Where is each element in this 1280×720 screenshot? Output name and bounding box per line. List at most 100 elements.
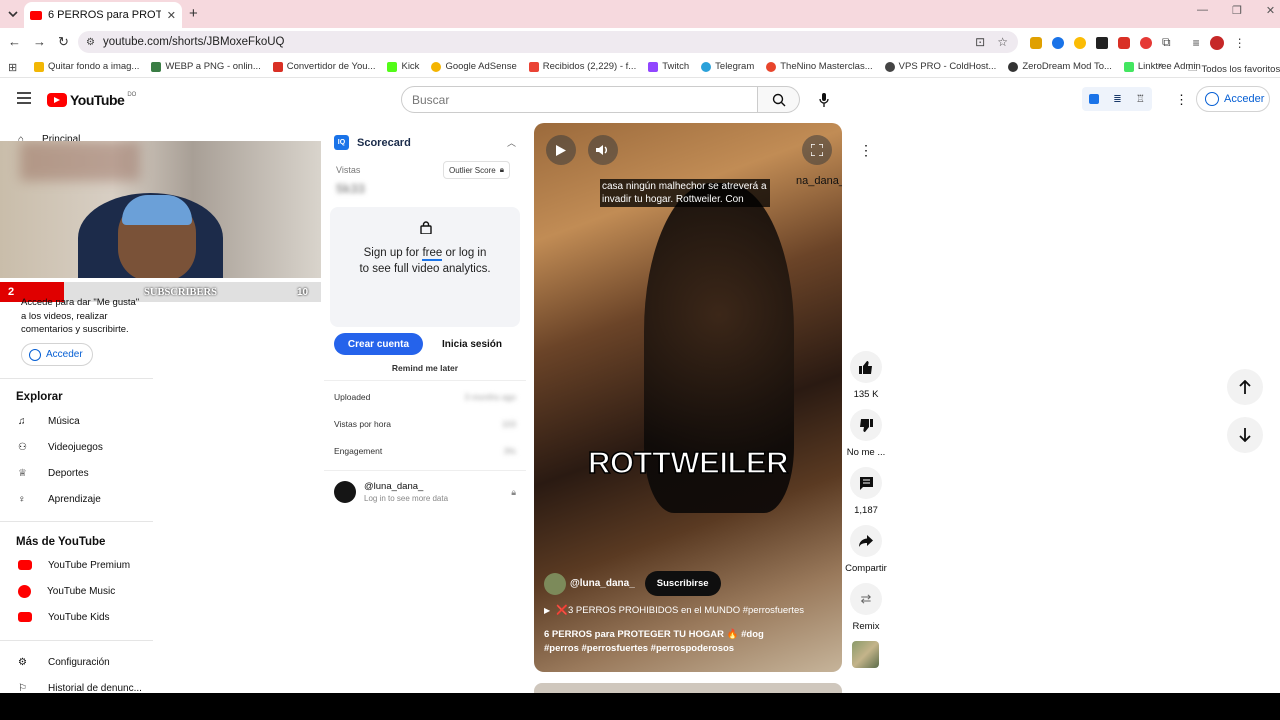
extension-icon[interactable] [1118,36,1130,49]
remix-icon: ⇄ [850,583,882,615]
shorts-video-player[interactable]: na_dana_ casa ningún malhechor se atreve… [534,123,842,672]
sound-thumbnail[interactable] [852,641,879,668]
bookmark-item[interactable]: Twitch [648,61,689,72]
extension-icon[interactable] [1030,36,1042,49]
gamepad-icon: ⚇ [18,441,27,453]
sidebar-item-learning[interactable]: ♀ Aprendizaje [0,486,153,512]
search-button[interactable] [758,86,800,113]
dislike-action[interactable]: No me ... [841,409,891,458]
vidiq-icon[interactable] [1089,94,1100,104]
scorecard-header[interactable]: IQ Scorecard ︿ [324,124,526,161]
sign-in-button[interactable]: Acceder [1196,86,1270,112]
channel-row[interactable]: @luna_dana_ Log in to see more data 🔒︎ [324,470,526,513]
browser-menu-icon[interactable]: ⋮ [1234,36,1246,50]
previous-short-button[interactable] [1227,369,1263,405]
scorecard-title: Scorecard [357,136,411,149]
close-window-icon[interactable]: ✕ [1266,4,1275,17]
video-channel-name[interactable]: @luna_dana_ [570,578,635,589]
shorts-actions: 135 K No me ... 1,187 Compartir ⇄ Remix [841,351,891,668]
restore-icon[interactable]: ❐ [1232,4,1242,17]
bookmark-item[interactable]: Recibidos (2,229) - f... [528,61,636,72]
reading-list-icon[interactable]: ≡ [1193,36,1200,50]
back-icon[interactable]: ← [8,34,21,50]
play-button[interactable] [546,135,576,165]
bookmark-item[interactable]: Google AdSense [431,61,517,72]
extension-icon[interactable] [1052,36,1064,49]
active-tab[interactable]: 6 PERROS para PROTEGER TU H ✕ [24,2,182,28]
minimize-icon[interactable]: — [1197,4,1208,17]
bookmark-item[interactable]: ZeroDream Mod To... [1008,61,1112,72]
bookmark-item[interactable]: TheNino Masterclas... [766,61,873,72]
sidebar-item-music-app[interactable]: YouTube Music [0,578,153,604]
remix-action[interactable]: ⇄ Remix [841,583,891,632]
tab-search-icon[interactable] [6,7,20,21]
bookmark-item[interactable]: Kick [387,61,419,72]
share-action[interactable]: Compartir [841,525,891,574]
like-action[interactable]: 135 K [841,351,891,400]
remind-later-link[interactable]: Remind me later [324,363,526,373]
video-title: 6 PERROS para PROTEGER TU HOGAR 🔥 #dog #… [544,629,764,654]
comments-action[interactable]: 1,187 [841,467,891,516]
bookmark-item[interactable]: Telegram [701,61,754,72]
volume-button[interactable] [588,135,618,165]
signup-message: Sign up for free or log in to see full vi… [359,247,491,275]
trophy-icon[interactable]: ♖ [1136,94,1145,105]
next-video-preview[interactable] [534,683,842,693]
related-playlist-link[interactable]: ▶ ❌3 PERROS PROHIBIDOS en el MUNDO #perro… [544,605,804,616]
search-input[interactable]: Buscar [401,86,758,113]
sidebar-item-premium[interactable]: YouTube Premium [0,552,153,578]
bookmark-star-icon[interactable]: ☆ [997,35,1008,49]
arrow-down-icon [1239,428,1251,442]
bookmark-item[interactable]: WEBP a PNG - onlin... [151,61,261,72]
bookmark-favicon-icon [431,61,442,72]
sidebar-item-gaming[interactable]: ⚇ Videojuegos [0,434,153,460]
sidebar-item-music[interactable]: ♫ Música [0,408,153,434]
bookmark-item[interactable]: Convertidor de You... [272,61,375,72]
bookmark-item[interactable]: Quitar fondo a imag... [34,61,139,72]
sidebar-item-kids[interactable]: YouTube Kids [0,604,153,630]
close-tab-icon[interactable]: ✕ [167,9,176,22]
more-bookmarks-icon[interactable]: » [1158,60,1164,71]
fullscreen-button[interactable] [802,135,832,165]
more-options-icon[interactable]: ⋮ [851,135,881,165]
youtube-music-icon [18,584,31,598]
sidebar-sign-in-button[interactable]: Acceder [21,343,93,366]
chevron-up-icon[interactable]: ︿ [507,136,516,149]
vidiq-logo-icon: IQ [334,135,349,150]
create-account-button[interactable]: Crear cuenta [334,333,423,355]
sidebar-item-settings[interactable]: ⚙ Configuración [0,649,153,675]
stat-row-uploaded: Uploaded 3 months ago [334,391,516,402]
address-bar[interactable]: ⚙ youtube.com/shorts/JBMoxeFkoUQ ⊡ ☆ [78,31,1018,53]
sidebar-item-sports[interactable]: ♕ Deportes [0,460,153,486]
reload-icon[interactable]: ↻ [58,34,69,50]
install-app-icon[interactable]: ⊡ [975,35,985,49]
outlier-score-badge[interactable]: Outlier Score 🔒︎ [443,161,510,179]
channel-avatar [334,481,356,503]
youtube-logo[interactable]: YouTube DO [47,92,136,108]
extensions-puzzle-icon[interactable]: ⧉ [1162,35,1171,50]
settings-dots-icon[interactable]: ⋮ [1175,92,1188,108]
hamburger-menu-icon[interactable] [17,92,31,104]
site-info-icon[interactable]: ⚙ [86,37,95,48]
new-tab-icon[interactable]: + [189,5,198,22]
apps-grid-icon[interactable]: ⊞ [8,61,17,74]
next-short-button[interactable] [1227,417,1263,453]
all-bookmarks-folder[interactable]: 🗀 Todos los favoritos [1188,61,1280,77]
voice-search-button[interactable] [810,86,838,113]
bookmark-favicon-icon [151,61,162,72]
extension-icon[interactable] [1096,36,1108,49]
channel-avatar[interactable] [544,572,566,595]
list-icon[interactable]: ≣ [1113,94,1121,105]
adblock-icon[interactable] [1140,36,1152,49]
user-circle-icon [29,348,41,361]
stat-row-views-per-hour: Vistas por hora 103 [334,418,516,429]
bookmark-item[interactable]: VPS PRO - ColdHost... [884,61,996,72]
extension-toolbar[interactable]: ≣ ♖ [1082,87,1152,111]
bookmark-favicon-icon [1008,61,1019,72]
login-button[interactable]: Inicia sesión [429,333,515,355]
forward-icon[interactable]: → [33,34,46,50]
profile-avatar-icon[interactable] [1209,35,1224,50]
extension-icon[interactable] [1074,36,1086,49]
subscribe-button[interactable]: Suscribirse [644,571,721,596]
subs-goal: 10 [297,286,309,298]
